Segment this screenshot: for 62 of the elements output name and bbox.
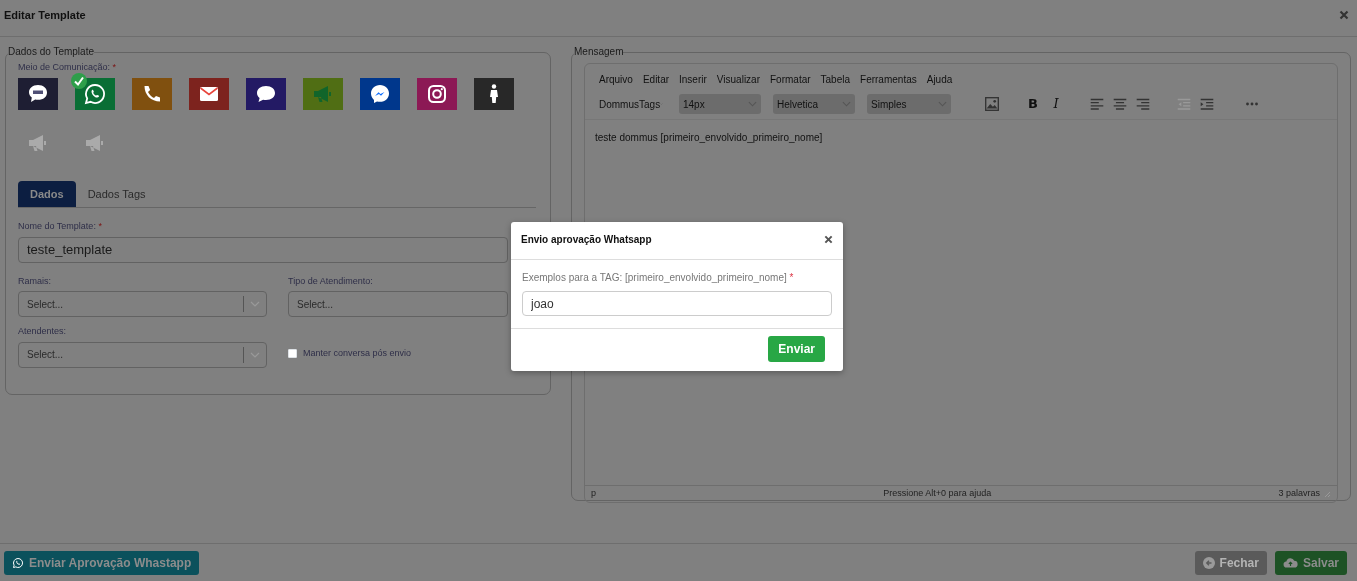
submit-button[interactable]: Enviar: [768, 336, 825, 362]
menu-item[interactable]: Editar: [642, 72, 670, 87]
close-icon[interactable]: [1339, 10, 1349, 20]
bold-button[interactable]: B: [1022, 93, 1044, 115]
italic-button[interactable]: I: [1045, 93, 1067, 115]
menu-item[interactable]: Visualizar: [716, 72, 760, 87]
help-hint: Pressione Alt+0 para ajuda: [883, 487, 992, 501]
channel-button[interactable]: [18, 77, 58, 110]
cloud-upload-icon: [1282, 556, 1298, 569]
panel-legend: Mensagem: [574, 47, 624, 57]
field-label: Meio de Comunicação: *: [18, 61, 118, 74]
tab[interactable]: Dados: [18, 180, 76, 207]
channel-button[interactable]: [360, 77, 400, 110]
select-field[interactable]: Select...: [288, 291, 508, 317]
checkbox-label: Manter conversa pós envio: [303, 346, 412, 360]
window-title: Editar Template: [4, 7, 86, 23]
menu-item[interactable]: Ajuda: [926, 72, 953, 87]
menu-item[interactable]: Formatar: [770, 72, 811, 87]
placeholder-text: Select...: [297, 297, 334, 312]
chevron-down-icon: [250, 300, 260, 308]
whatsapp-icon: [12, 556, 24, 569]
menu-item[interactable]: Tabela: [820, 72, 851, 87]
approval-button[interactable]: Enviar Aprovação Whastapp: [4, 550, 200, 575]
menu-item[interactable]: Arquivo: [599, 72, 633, 87]
dropdown[interactable]: Helvetica: [773, 94, 855, 114]
word-count: 3 palavras: [1278, 487, 1320, 501]
select-field[interactable]: Select...: [18, 341, 267, 368]
dropdown[interactable]: Simples: [867, 94, 951, 114]
dropdown[interactable]: DommusTags: [595, 94, 667, 114]
channel-button[interactable]: [246, 77, 286, 110]
field-label: Tipo de Atendimento:: [288, 274, 374, 288]
field-label: Atendentes:: [18, 325, 68, 338]
dialog-title: Envio aprovação Whatsapp: [521, 233, 652, 247]
placeholder-text: Select...: [27, 348, 64, 362]
save-button[interactable]: Salvar: [1274, 550, 1347, 575]
text-input[interactable]: teste_template: [18, 236, 508, 263]
text-input[interactable]: joao: [522, 291, 832, 316]
field-label: Nome do Template: *: [18, 220, 103, 233]
field-label: Exemplos para a TAG: [primeiro_envolvido_primeiro_nome] *: [522, 271, 795, 285]
resize-handle-icon[interactable]: [1324, 490, 1331, 498]
field-label: Ramais:: [18, 274, 52, 288]
image-icon[interactable]: [983, 95, 1001, 113]
checkbox[interactable]: [288, 348, 297, 358]
check-icon: [71, 72, 87, 89]
placeholder-text: Select...: [27, 297, 64, 312]
back-arrow-icon: [1202, 556, 1215, 569]
close-button[interactable]: Fechar: [1194, 550, 1267, 575]
tab[interactable]: Dados Tags: [75, 180, 158, 207]
close-icon[interactable]: [824, 235, 833, 244]
panel-legend: Dados do Template: [8, 47, 94, 57]
editor-text: teste dommus [primeiro_envolvido_primeiro_nome]: [595, 132, 823, 143]
dropdown[interactable]: 14px: [679, 94, 761, 114]
select-field[interactable]: Select...: [18, 291, 267, 317]
channel-button[interactable]: [132, 77, 172, 110]
menu-item[interactable]: Ferramentas: [860, 72, 917, 87]
element-path: p: [591, 487, 596, 501]
channel-button[interactable]: [417, 77, 457, 110]
channel-button[interactable]: [189, 77, 229, 110]
menu-item[interactable]: Inserir: [679, 72, 707, 87]
chevron-down-icon: [250, 350, 260, 359]
whatsapp-icon: [83, 81, 107, 106]
channel-button[interactable]: [474, 77, 514, 110]
